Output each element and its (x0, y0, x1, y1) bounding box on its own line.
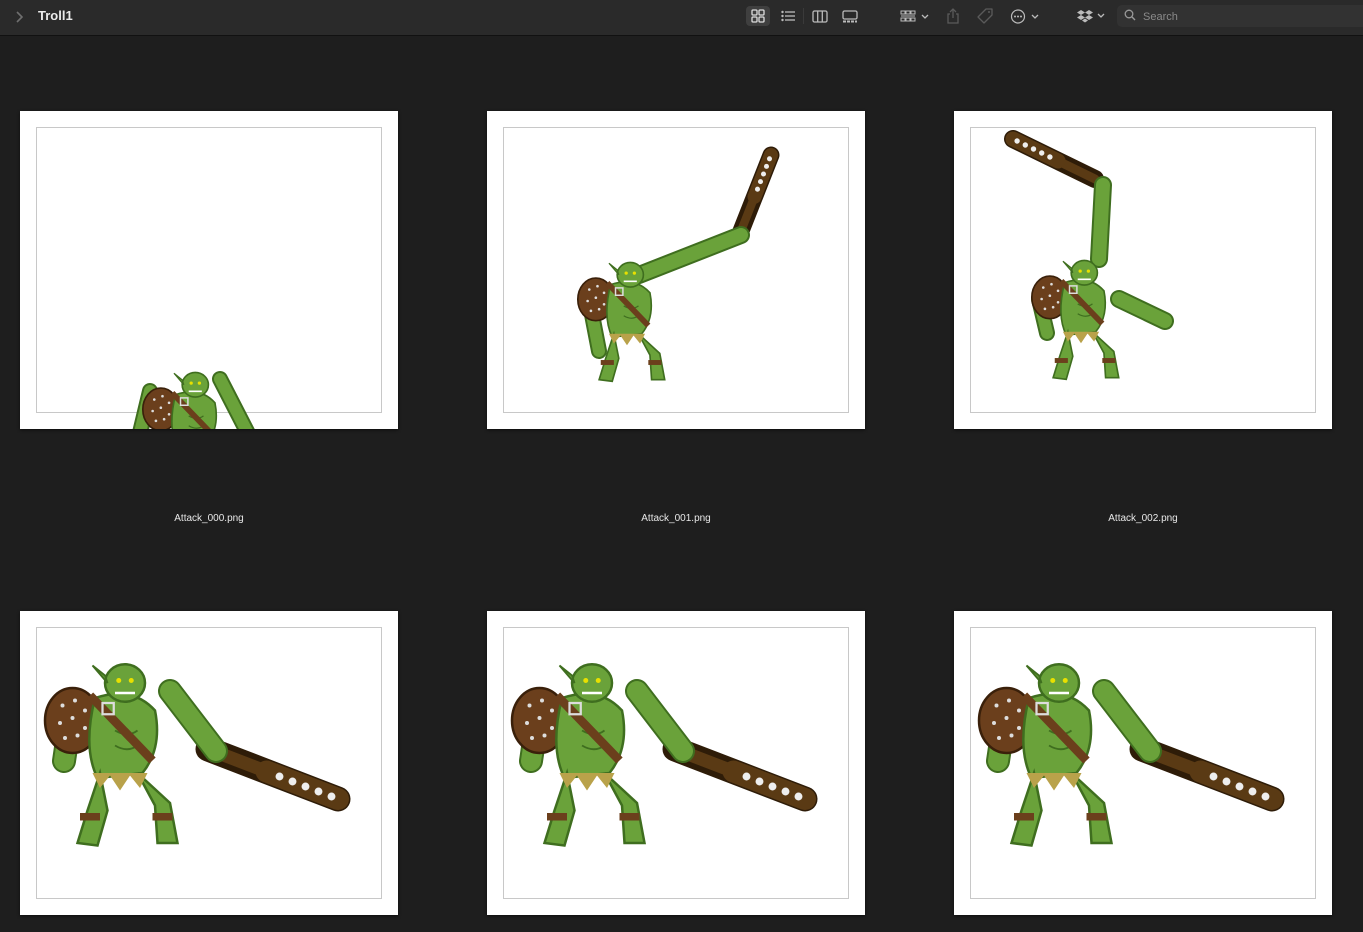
file-thumbnail[interactable] (20, 611, 398, 915)
search-field[interactable] (1117, 5, 1363, 27)
troll-sprite-image (1004, 130, 1174, 381)
tag-icon (977, 8, 993, 24)
file-name-label[interactable]: Attack_000.png (20, 513, 398, 524)
list-view-icon (780, 10, 795, 22)
file-thumbnail[interactable] (20, 111, 398, 429)
file-name-label[interactable]: Attack_001.png (487, 513, 865, 524)
file-thumbnail[interactable] (487, 611, 865, 915)
tag-button[interactable] (974, 6, 996, 26)
troll-sprite-image (977, 663, 1285, 847)
column-view-icon (812, 9, 828, 23)
troll-sprite-image (43, 663, 351, 847)
list-view-button[interactable] (776, 6, 800, 26)
share-icon (947, 8, 959, 24)
troll-sprite-image (576, 146, 780, 383)
dropbox-button[interactable] (1076, 6, 1108, 26)
grid-view-icon (751, 9, 765, 23)
troll-sprite-image (510, 663, 818, 847)
finder-toolbar: Troll1 (0, 0, 1363, 36)
file-name-label[interactable]: Attack_002.png (954, 513, 1332, 524)
ellipsis-circle-icon (1010, 8, 1039, 24)
file-thumbnail[interactable] (954, 111, 1332, 429)
troll-sprite-image (132, 371, 255, 429)
more-actions-button[interactable] (1008, 6, 1042, 26)
column-view-button[interactable] (808, 6, 832, 26)
gallery-view-button[interactable] (838, 6, 862, 26)
file-thumbnail[interactable] (487, 111, 865, 429)
dropbox-icon (1077, 10, 1105, 23)
search-input[interactable] (1141, 7, 1355, 27)
icon-view-button[interactable] (746, 6, 770, 26)
group-by-button[interactable] (898, 6, 932, 26)
toolbar-divider (803, 8, 804, 24)
file-thumbnail[interactable] (954, 611, 1332, 915)
back-button[interactable] (10, 8, 28, 26)
search-icon (1124, 9, 1136, 21)
chevron-right-icon (16, 11, 24, 23)
window-title: Troll1 (38, 8, 73, 23)
gallery-view-icon (842, 9, 858, 22)
group-by-icon (900, 10, 929, 21)
share-button[interactable] (942, 6, 964, 26)
